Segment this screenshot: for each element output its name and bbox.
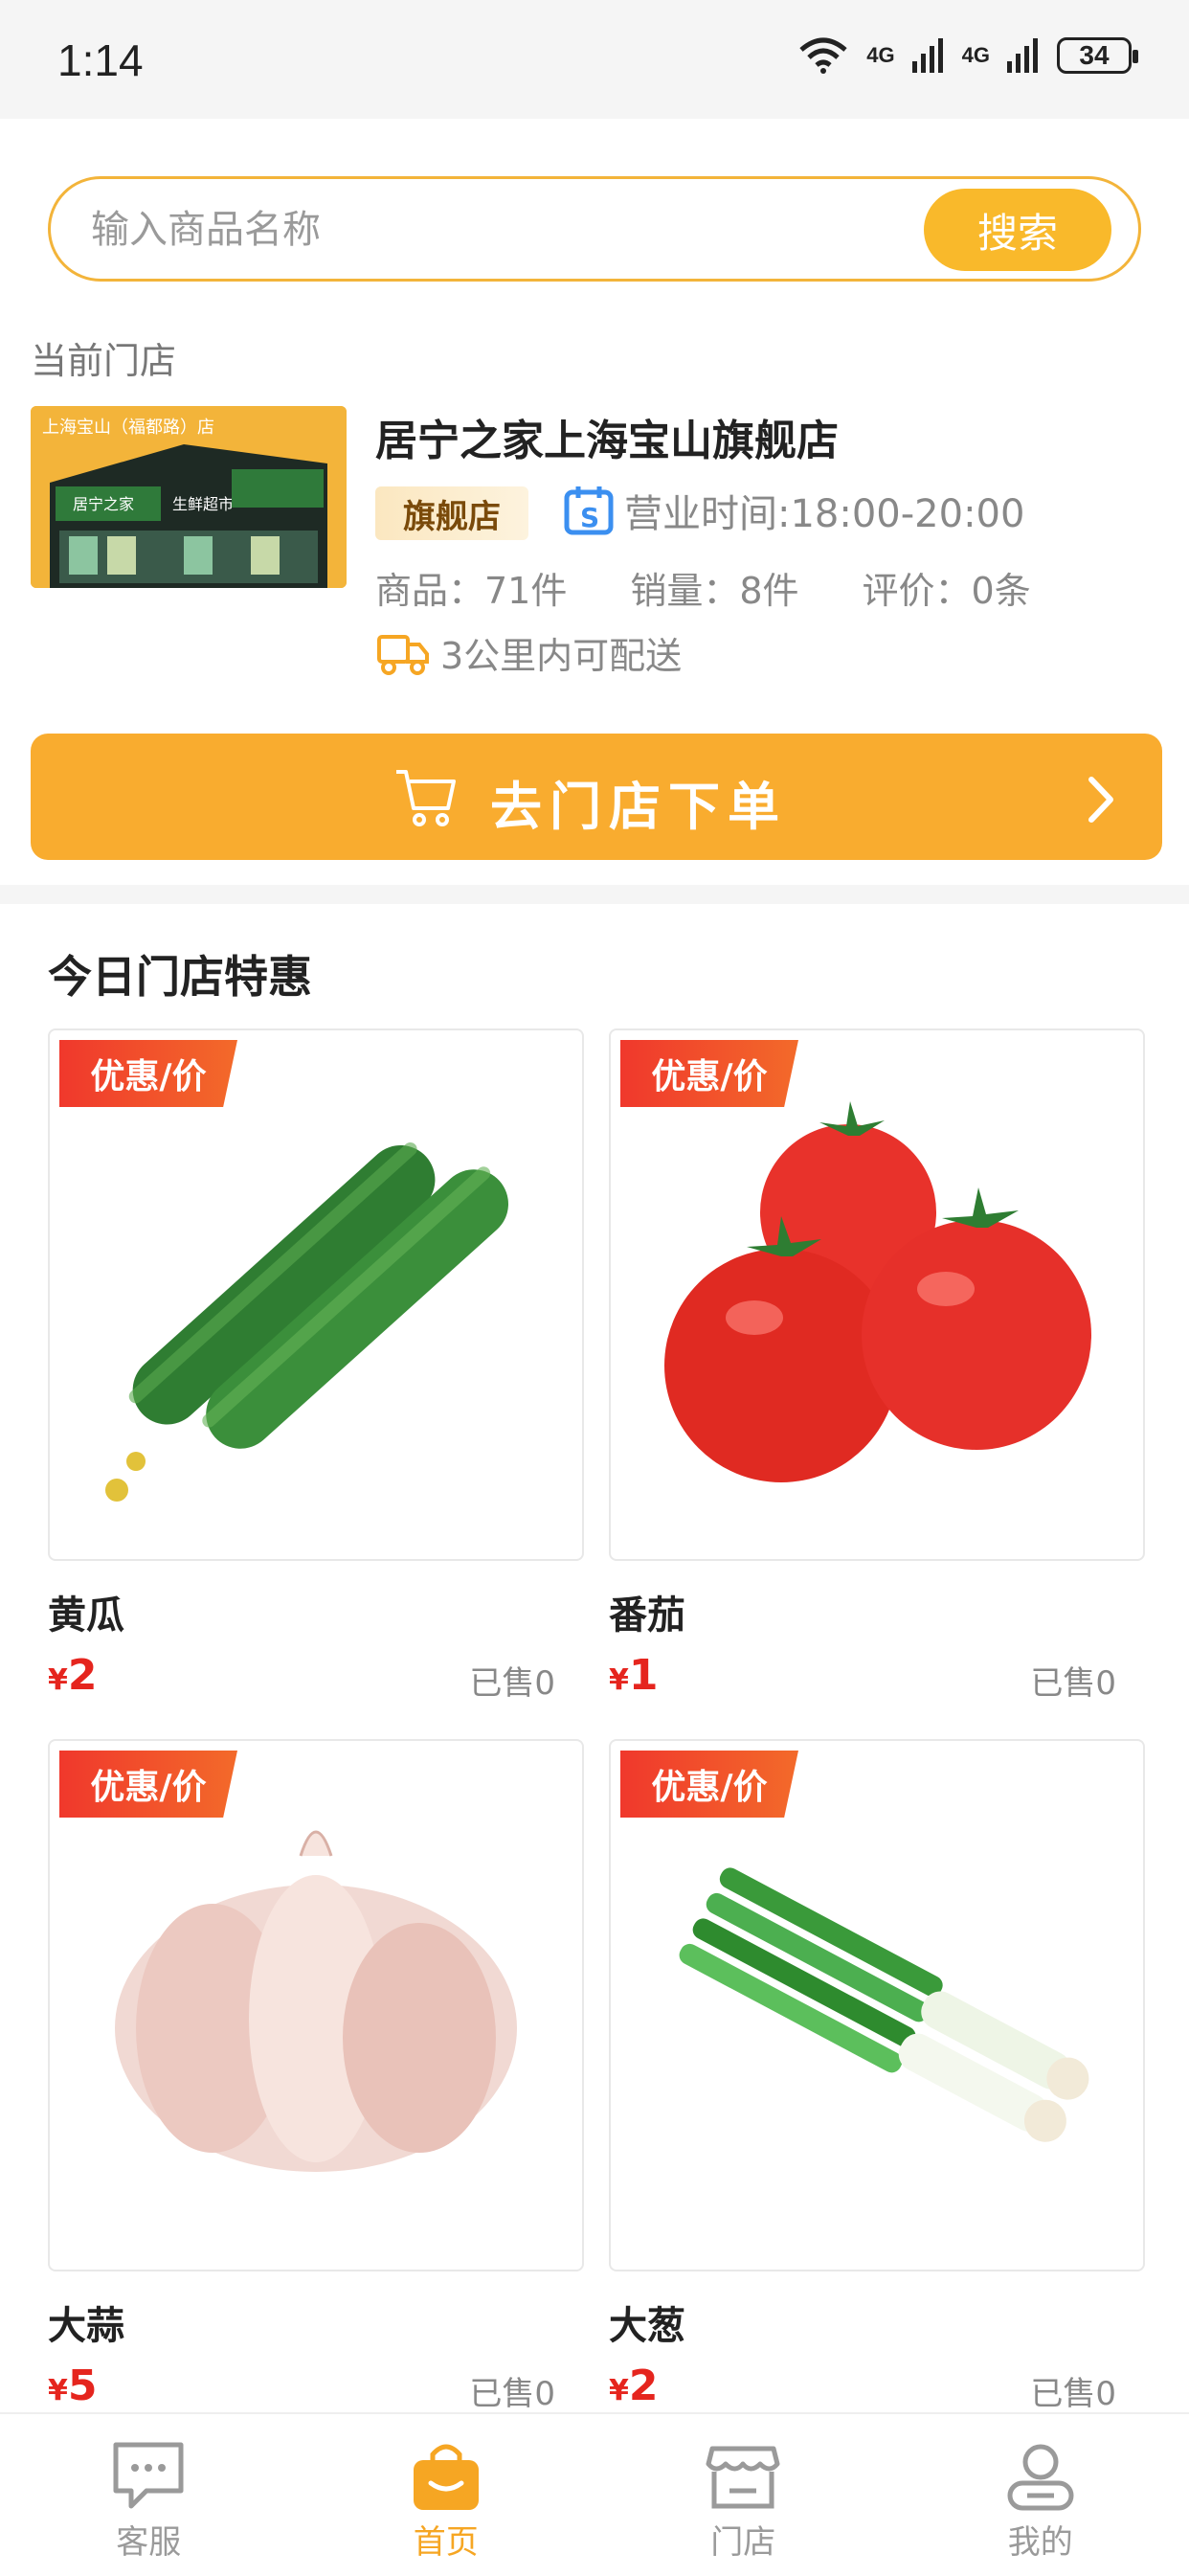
battery-level: 34: [1079, 40, 1109, 71]
shopping-bag-icon: [406, 2435, 486, 2516]
svg-text:S: S: [580, 502, 599, 533]
go-to-store-order-button[interactable]: 去门店下单: [31, 734, 1162, 860]
signal-icon: [1007, 38, 1040, 73]
search-button[interactable]: 搜索: [924, 189, 1111, 271]
product-name: 番茄: [609, 1584, 685, 1639]
discount-tag: 优惠/价: [59, 1040, 237, 1107]
sold-count: 已售0: [1030, 1657, 1116, 1704]
tab-home[interactable]: 首页: [298, 2414, 595, 2576]
price-value: 2: [629, 2361, 659, 2410]
signal-label-1: 4G: [866, 43, 894, 68]
tab-customer-service[interactable]: 客服: [0, 2414, 298, 2576]
sold-count: 已售0: [469, 2367, 555, 2414]
product-image[interactable]: [48, 1028, 584, 1561]
product-price: ¥5: [48, 2361, 98, 2410]
search-bar: 搜索: [48, 176, 1141, 282]
discount-tag: 优惠/价: [59, 1751, 237, 1818]
product-image[interactable]: [609, 1739, 1145, 2271]
product-image[interactable]: [609, 1028, 1145, 1561]
store-photo-sign: 上海宝山（福都路）店: [42, 418, 214, 438]
product-price: ¥1: [609, 1651, 659, 1700]
stat-sales: 销量：8件: [630, 561, 798, 614]
product-image[interactable]: [48, 1739, 584, 2271]
search-input[interactable]: [89, 200, 859, 260]
product-name: 黄瓜: [48, 1584, 124, 1639]
daily-deals-section: 今日门店特惠 优惠/价 黄瓜 ¥2 已售0: [0, 904, 1189, 2412]
currency-symbol: ¥: [609, 2374, 629, 2407]
store-panel: 搜索 当前门店 上海宝山（福都路）店 居宁之家 生鲜超市 居宁之家上海宝山旗舰店…: [0, 119, 1189, 885]
calendar-icon: S: [563, 485, 615, 536]
tab-label: 首页: [414, 2516, 479, 2563]
daily-deals-title: 今日门店特惠: [48, 942, 312, 1006]
currency-symbol: ¥: [609, 1663, 629, 1697]
current-store-label: 当前门店: [31, 331, 176, 384]
battery-icon: 34: [1057, 37, 1132, 74]
status-time: 1:14: [57, 34, 144, 86]
signal-label-2: 4G: [962, 43, 990, 68]
business-hours: S 营业时间:18:00-20:00: [563, 483, 1024, 538]
tab-stores[interactable]: 门店: [594, 2414, 892, 2576]
product-name: 大蒜: [48, 2294, 124, 2350]
cucumber-image: [50, 1030, 582, 1559]
tomato-image: [611, 1030, 1143, 1559]
status-icons: 4G 4G 34: [797, 36, 1132, 75]
store-icon: [703, 2435, 783, 2516]
tab-label: 客服: [116, 2516, 181, 2563]
garlic-image: [50, 1741, 582, 2270]
sold-count: 已售0: [1030, 2367, 1116, 2414]
store-stats: 商品：71件 销量：8件 评价：0条: [375, 561, 1122, 614]
delivery-info: 3公里内可配送: [377, 626, 682, 679]
store-photo[interactable]: 上海宝山（福都路）店 居宁之家 生鲜超市: [31, 406, 347, 588]
price-value: 5: [68, 2361, 98, 2410]
delivery-text: 3公里内可配送: [440, 626, 682, 679]
product-price: ¥2: [609, 2361, 659, 2410]
flagship-badge: 旗舰店: [375, 486, 528, 540]
cart-icon: [393, 764, 460, 831]
signal-icon: [912, 38, 945, 73]
currency-symbol: ¥: [48, 2374, 68, 2407]
chat-icon: [108, 2435, 189, 2516]
bottom-tab-bar: 客服 首页 门店 我的: [0, 2412, 1189, 2576]
tab-profile[interactable]: 我的: [892, 2414, 1189, 2576]
tab-label: 我的: [1008, 2516, 1073, 2563]
stat-reviews: 评价：0条: [863, 561, 1031, 614]
price-value: 1: [629, 1651, 659, 1700]
tab-label: 门店: [710, 2516, 775, 2563]
user-icon: [1000, 2435, 1081, 2516]
price-value: 2: [68, 1651, 98, 1700]
order-button-label: 去门店下单: [490, 764, 787, 840]
status-bar: 1:14 4G 4G 34: [0, 0, 1189, 119]
discount-tag: 优惠/价: [620, 1751, 798, 1818]
currency-symbol: ¥: [48, 1663, 68, 1697]
scallion-image: [611, 1741, 1143, 2270]
wifi-icon: [797, 36, 849, 75]
svg-text:居宁之家: 居宁之家: [73, 495, 134, 513]
store-photo-shop: 生鲜超市: [172, 495, 234, 513]
storefront-image: 上海宝山（福都路）店 居宁之家 生鲜超市: [31, 406, 347, 588]
store-name: 居宁之家上海宝山旗舰店: [375, 406, 839, 467]
business-hours-text: 营业时间:18:00-20:00: [624, 483, 1024, 538]
product-price: ¥2: [48, 1651, 98, 1700]
chevron-right-icon: [1086, 776, 1114, 824]
truck-icon: [377, 631, 429, 675]
stat-products: 商品：71件: [375, 561, 567, 614]
product-name: 大葱: [609, 2294, 685, 2350]
discount-tag: 优惠/价: [620, 1040, 798, 1107]
sold-count: 已售0: [469, 1657, 555, 1704]
